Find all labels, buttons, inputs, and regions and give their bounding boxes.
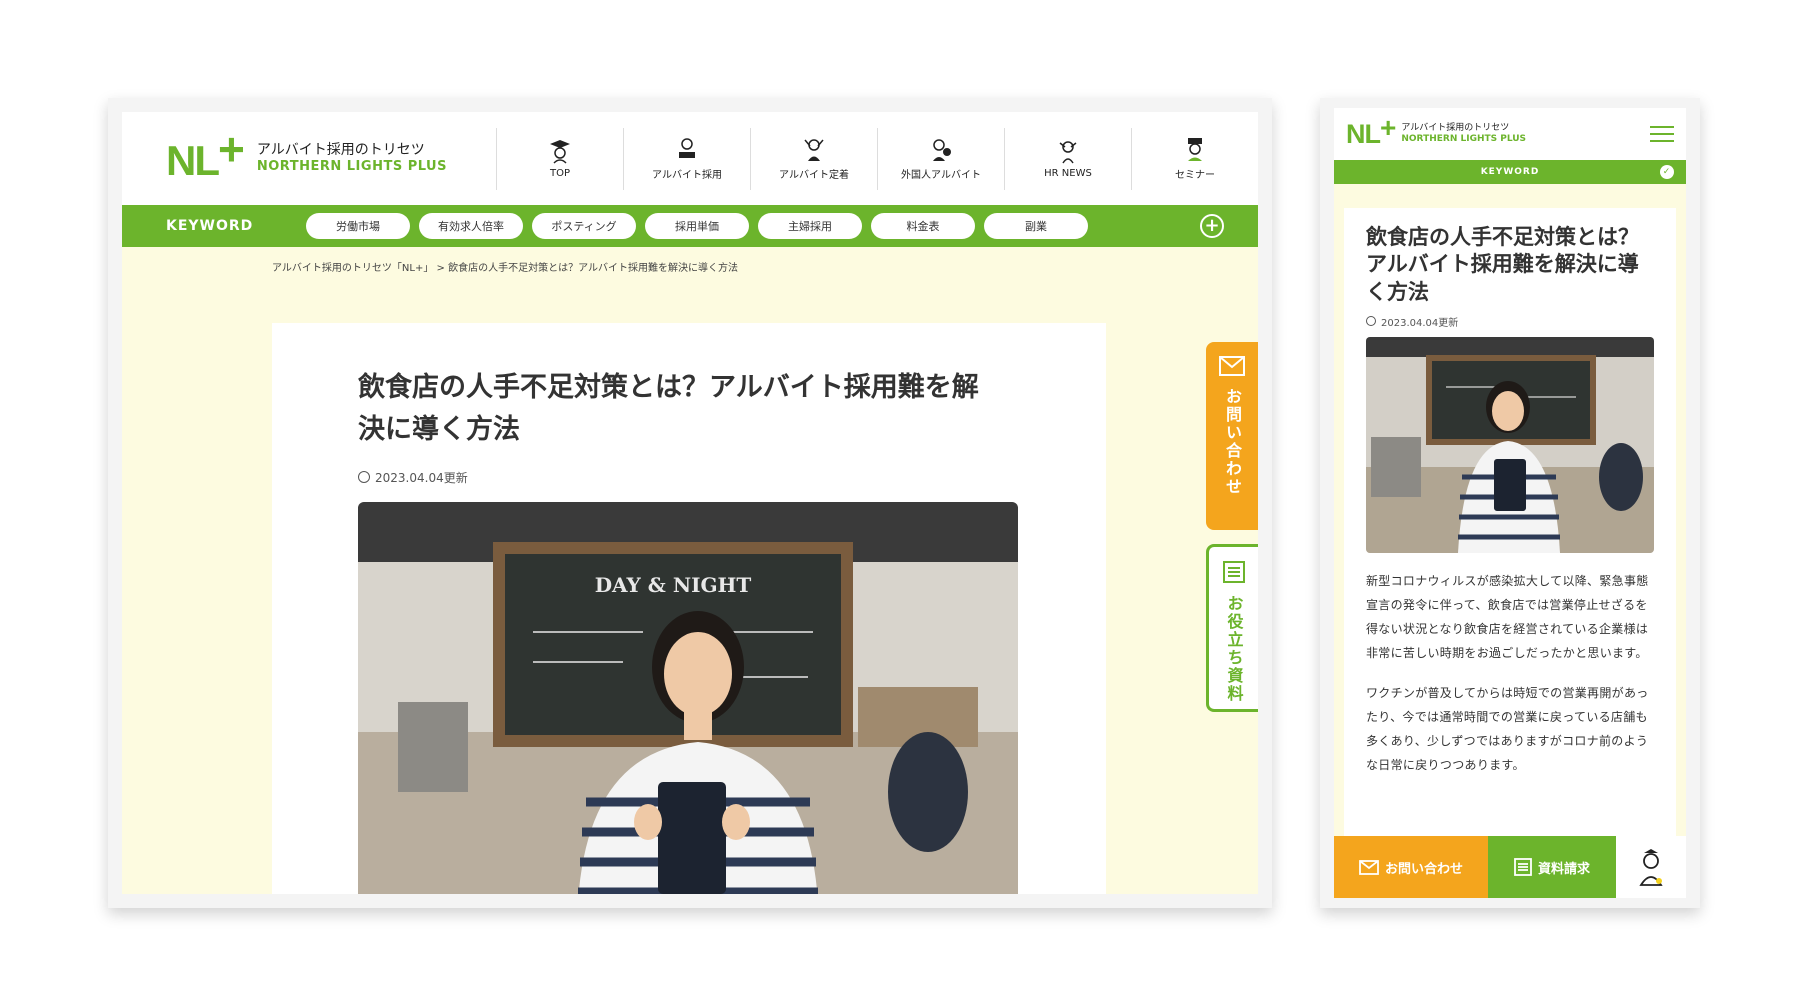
mobile-material-label: 資料請求	[1537, 861, 1590, 877]
side-tab-material[interactable]: お役立ち資料	[1206, 544, 1258, 712]
keyword-tag[interactable]: 副業	[984, 213, 1088, 239]
mobile-keyword-label: KEYWORD	[1480, 167, 1540, 177]
document-icon	[1222, 561, 1245, 583]
logo-mark: NL+	[1346, 112, 1396, 149]
keyword-tag[interactable]: 採用単価	[645, 213, 749, 239]
side-tab-material-label: お役立ち資料	[1224, 595, 1244, 703]
chevron-down-icon: ✓	[1660, 165, 1674, 179]
logo-text: アルバイト採用のトリセツ NORTHERN LIGHTS PLUS	[1401, 123, 1526, 145]
cafe-staff-photo	[1366, 336, 1654, 553]
logo-brand: NORTHERN LIGHTS PLUS	[256, 159, 447, 175]
nav-retention[interactable]: アルバイト定着	[750, 127, 877, 190]
article-hero-image: DAY & NIGHT	[358, 501, 1018, 894]
article-card: 飲食店の人手不足対策とは？アルバイト採用難を解決に導く方法 2023.04.04…	[272, 323, 1106, 894]
article-date: 2023.04.04更新	[358, 469, 1020, 486]
mobile-contact-button[interactable]: お問い合わせ	[1334, 836, 1488, 898]
keyword-tag[interactable]: 主婦採用	[758, 213, 862, 239]
logo-mark: NL+	[166, 122, 245, 184]
mobile-article-date: 2023.04.04更新	[1366, 314, 1654, 329]
clock-icon	[358, 471, 370, 484]
logo-tagline: アルバイト採用のトリセツ	[256, 141, 425, 158]
mascot-desk-icon	[679, 138, 695, 158]
mobile-article-date-text: 2023.04.04更新	[1381, 317, 1459, 329]
nav-label: セミナー	[1175, 170, 1215, 181]
nav-top[interactable]: TOP	[496, 127, 623, 190]
side-tab-contact[interactable]: お問い合わせ	[1206, 342, 1258, 530]
mascot-cheer-icon	[804, 139, 824, 161]
mascot-character-icon	[1639, 849, 1663, 886]
keyword-expand-icon[interactable]: +	[1200, 214, 1224, 238]
hamburger-menu-icon[interactable]	[1650, 121, 1674, 147]
mobile-screen: NL+ アルバイト採用のトリセツ NORTHERN LIGHTS PLUS KE…	[1334, 108, 1686, 898]
keyword-label: KEYWORD	[166, 218, 254, 234]
mobile-material-button[interactable]: 資料請求	[1488, 836, 1616, 898]
chalkboard-sign: DAY & NIGHT	[595, 573, 752, 597]
nav-label: HR NEWS	[1044, 168, 1092, 179]
clock-icon	[1366, 316, 1376, 327]
keyword-tag[interactable]: 労働市場	[306, 213, 410, 239]
cafe-staff-photo: DAY & NIGHT	[358, 501, 1018, 894]
article-title: 飲食店の人手不足対策とは？アルバイト採用難を解決に導く方法	[358, 372, 979, 445]
desktop-mockup: NL+ アルバイト採用のトリセツ NORTHERN LIGHTS PLUS TO…	[108, 98, 1272, 908]
keyword-tag[interactable]: ポスティング	[532, 213, 636, 239]
mail-icon	[1219, 356, 1245, 376]
mobile-keyword-bar[interactable]: KEYWORD ✓	[1334, 160, 1686, 184]
mascot-globe-icon	[933, 139, 951, 161]
nav-label: アルバイト定着	[779, 170, 849, 181]
keyword-bar: KEYWORD 労働市場 有効求人倍率 ポスティング 採用単価 主婦採用 料金表…	[122, 205, 1258, 247]
site-header: NL+ アルバイト採用のトリセツ NORTHERN LIGHTS PLUS TO…	[122, 112, 1258, 205]
nav-label: 外国人アルバイト	[901, 170, 981, 181]
mobile-header: NL+ アルバイト採用のトリセツ NORTHERN LIGHTS PLUS	[1334, 108, 1686, 160]
mail-icon	[1359, 859, 1379, 875]
mascot-news-icon	[1059, 141, 1077, 164]
nav-hr-news[interactable]: HR NEWS	[1004, 127, 1131, 190]
mobile-article-paragraph: ワクチンが普及してからは時短での営業再開があったり、今では通常時間での営業に戻っ…	[1366, 685, 1649, 772]
keyword-tag[interactable]: 料金表	[871, 213, 975, 239]
desktop-screen: NL+ アルバイト採用のトリセツ NORTHERN LIGHTS PLUS TO…	[122, 112, 1258, 894]
logo-brand: NORTHERN LIGHTS PLUS	[1401, 134, 1527, 144]
site-logo[interactable]: NL+ アルバイト採用のトリセツ NORTHERN LIGHTS PLUS	[122, 122, 496, 186]
mascot-icon[interactable]	[1616, 836, 1686, 898]
article-date-text: 2023.04.04更新	[375, 470, 468, 485]
mobile-contact-label: お問い合わせ	[1384, 861, 1463, 877]
mobile-logo[interactable]: NL+ アルバイト採用のトリセツ NORTHERN LIGHTS PLUS	[1346, 112, 1526, 150]
nav-label: アルバイト採用	[652, 170, 722, 181]
logo-tagline: アルバイト採用のトリセツ	[1401, 123, 1510, 134]
nav-seminar[interactable]: セミナー	[1131, 127, 1258, 190]
document-icon	[1514, 858, 1532, 876]
nav-recruit[interactable]: アルバイト採用	[623, 127, 750, 190]
nav-foreign[interactable]: 外国人アルバイト	[877, 127, 1004, 190]
mobile-mockup: NL+ アルバイト採用のトリセツ NORTHERN LIGHTS PLUS KE…	[1320, 98, 1700, 908]
global-nav: TOP アルバイト採用 アルバイト定着 外国人アルバイト HR NEWS セミナ…	[496, 127, 1258, 190]
mascot-seminar-icon	[1188, 138, 1202, 161]
breadcrumb: アルバイト採用のトリセツ「NL+」 > 飲食店の人手不足対策とは？アルバイト採用…	[272, 263, 738, 274]
side-tab-contact-label: お問い合わせ	[1223, 388, 1242, 496]
mobile-article-title: 飲食店の人手不足対策とは？アルバイト採用難を解決に導く方法	[1366, 225, 1639, 304]
logo-text: アルバイト採用のトリセツ NORTHERN LIGHTS PLUS	[257, 141, 447, 176]
mobile-article-card: 飲食店の人手不足対策とは？アルバイト採用難を解決に導く方法 2023.04.04…	[1344, 208, 1676, 898]
mascot-graduate-icon	[550, 140, 570, 164]
mobile-bottom-bar: お問い合わせ 資料請求	[1334, 836, 1686, 898]
nav-label: TOP	[549, 168, 570, 179]
keyword-tag[interactable]: 有効求人倍率	[419, 213, 523, 239]
mobile-article-paragraph: 新型コロナウィルスが感染拡大して以降、緊急事態宣言の発令に伴って、飲食店では営業…	[1366, 573, 1649, 660]
mobile-hero-image	[1366, 336, 1654, 553]
